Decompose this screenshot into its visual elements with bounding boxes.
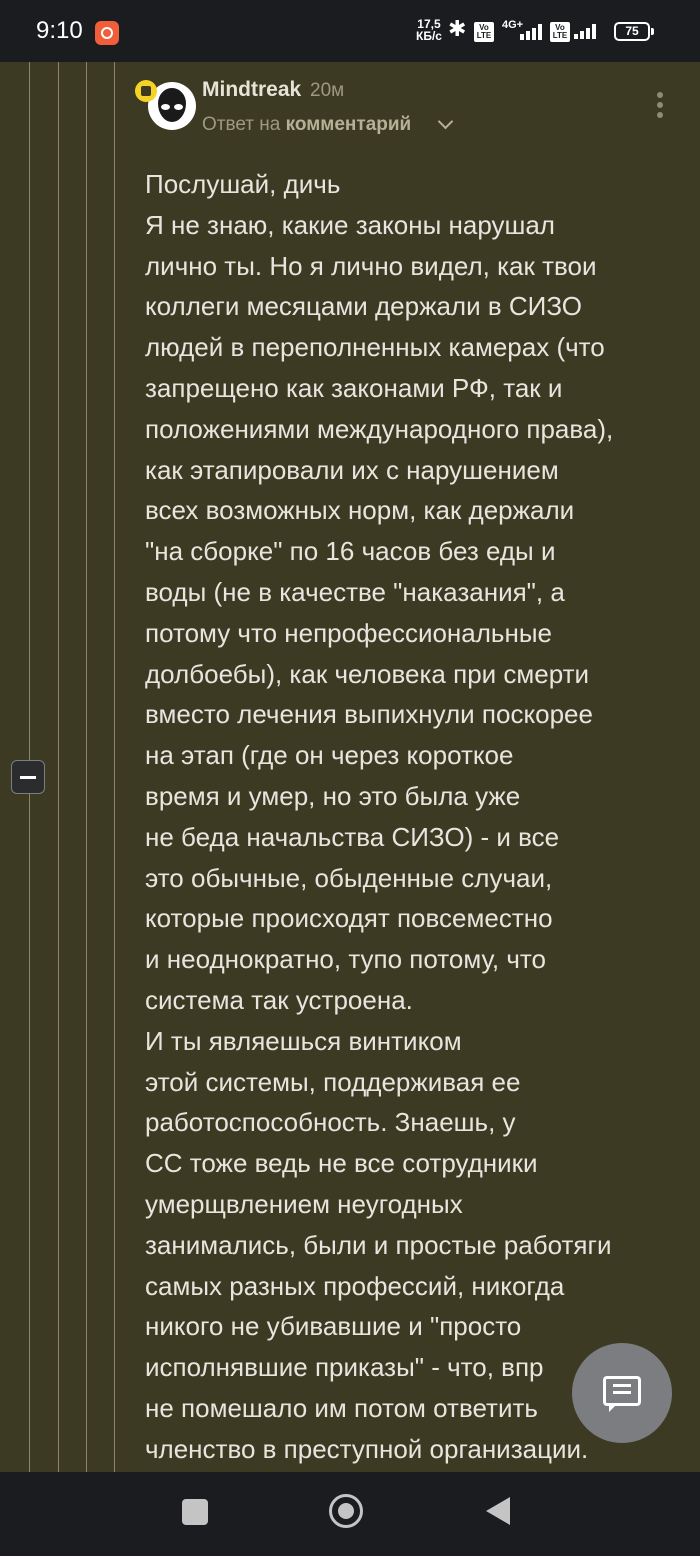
comment-line: всех возможных норм, как держали [145, 495, 575, 526]
user-badge-icon [135, 80, 157, 102]
comment-line: долбоебы), как человека при смерти [145, 658, 590, 689]
comment-line: как этапировали их с нарушением [145, 454, 559, 485]
comment-line: положениями международного права), [145, 413, 614, 444]
comment-line: и неоднократно, тупо потому, что [145, 944, 546, 975]
navigation-bar [0, 1472, 700, 1556]
comment-line: Я не знаю, какие законы нарушал [145, 209, 555, 240]
comment-line: умерщвлением неугодных [145, 1188, 463, 1219]
reply-prefix: Ответ на [202, 114, 281, 135]
signal-sim1-icon [520, 24, 542, 40]
comment-line: людей в переполненных камерах (что [145, 332, 605, 363]
comment-line: Послушай, дичь [145, 169, 341, 199]
battery-icon: 75 [614, 22, 654, 41]
network-speed-unit: КБ/с [416, 29, 442, 43]
comment-line: система так устроена. [145, 984, 413, 1015]
screen-record-icon [95, 21, 119, 45]
reply-to-link[interactable]: Ответ на комментарий [202, 114, 411, 136]
status-bar: 9:10 17,5 КБ/с ✱ Vo LTE 4G+ Vo LTE 75 [0, 0, 700, 62]
comment-line: самых разных профессий, никогда [145, 1270, 565, 1301]
comment-line: никого не убивавшие и "просто [145, 1311, 522, 1342]
thread-line [86, 62, 87, 1472]
comment-line: которые происходят повсеместно [145, 903, 553, 934]
comment-line: коллеги месяцами держали в СИЗО [145, 291, 582, 322]
comment-line: не беда начальства СИЗО) - и все [145, 821, 560, 852]
bluetooth-icon: ✱ [448, 16, 467, 41]
volte-badge-sim2: Vo LTE [550, 22, 570, 42]
comment-line: этой системы, поддерживая ее [145, 1066, 521, 1097]
comment-line: работоспособность. Знаешь, у [145, 1107, 516, 1138]
comment: Mindtreak 20м Ответ на комментарий Послу… [115, 62, 700, 1472]
comment-line: на этап (где он через короткое [145, 740, 514, 771]
comment-line: потому что непрофессиональные [145, 617, 552, 648]
reply-target: комментарий [285, 114, 412, 135]
signal-sim2-icon [574, 24, 596, 39]
more-vertical-icon[interactable] [657, 92, 663, 122]
comment-line: запрещено как законами РФ, так и [145, 372, 563, 403]
comment-line: лично ты. Но я лично видел, как твои [145, 250, 597, 281]
comment-body: Послушай, дичь Я не знаю, какие законы на… [145, 164, 700, 1470]
status-time: 9:10 [36, 17, 83, 44]
comment-fab-button[interactable] [572, 1343, 672, 1443]
comment-author[interactable]: Mindtreak [202, 78, 301, 102]
recents-button[interactable] [182, 1499, 208, 1525]
comment-line: И ты являешься винтиком [145, 1025, 462, 1056]
network-speed: 17,5 КБ/с [416, 18, 442, 42]
comment-line: это обычные, обыденные случаи, [145, 862, 553, 893]
comment-line: вместо лечения выпихнули поскорее [145, 699, 593, 730]
comment-time: 20м [310, 80, 345, 101]
alien-avatar-icon [158, 88, 186, 122]
battery-level: 75 [625, 24, 639, 38]
home-button[interactable] [329, 1494, 363, 1528]
comment-line: СС тоже ведь не все сотрудники [145, 1148, 538, 1179]
thread-line [58, 62, 59, 1472]
comment-line: воды (не в качестве "наказания", а [145, 576, 565, 607]
comment-line: "на сборке" по 16 часов без еды и [145, 536, 556, 567]
chevron-down-icon[interactable] [437, 113, 454, 130]
comment-line: занимались, были и простые работяги [145, 1229, 612, 1260]
back-button[interactable] [486, 1497, 510, 1525]
comment-icon [603, 1376, 641, 1412]
collapse-thread-button[interactable] [11, 760, 45, 794]
comment-line: время и умер, но это была уже [145, 780, 521, 811]
volte-badge-sim1: Vo LTE [474, 22, 494, 42]
